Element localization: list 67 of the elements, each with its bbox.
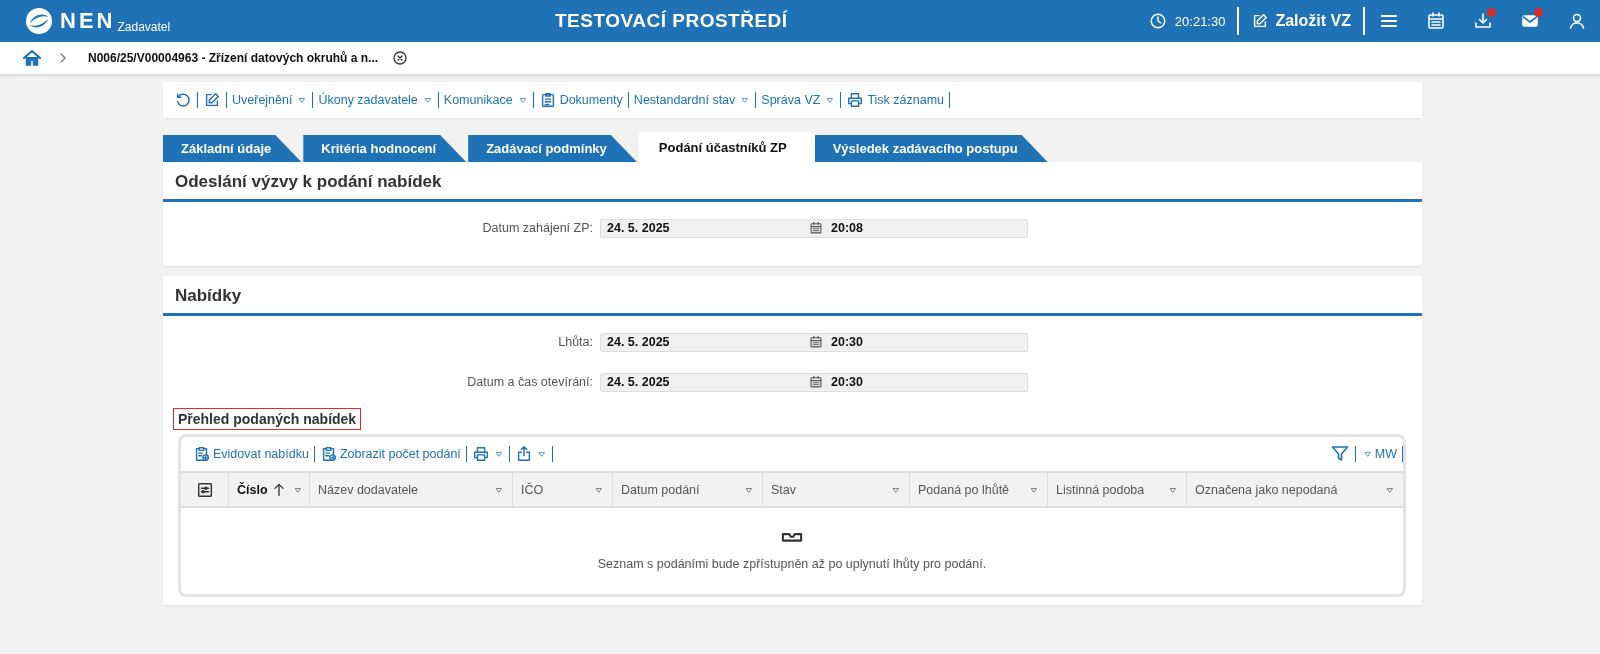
clock-time: 20:21:30: [1174, 13, 1226, 29]
toolbar-button[interactable]: Tisk záznamu: [841, 91, 950, 109]
tab[interactable]: Kritéria hodnocení: [303, 135, 467, 162]
calendar-icon: [809, 221, 823, 235]
tab[interactable]: Základní údaje: [163, 135, 302, 162]
calendar-icon: [809, 375, 823, 389]
toolbar-button[interactable]: Komunikace: [438, 93, 533, 107]
clock-icon: [1148, 12, 1167, 30]
column-header[interactable]: Podaná po lhůtě: [918, 482, 1010, 497]
clipboard-gear-icon: [193, 445, 211, 463]
logo-text: NEN: [60, 8, 116, 34]
download-icon: [1472, 11, 1493, 31]
calendar-icon: [1425, 11, 1446, 31]
field-label: Datum a čas otevírání:: [466, 375, 594, 389]
date-time-field[interactable]: 24. 5. 2025 20:30: [600, 372, 1028, 392]
caret-icon: [297, 95, 308, 105]
subsection-heading: Přehled podaných nabídek: [173, 408, 362, 430]
home-button[interactable]: [22, 48, 42, 68]
column-header[interactable]: IČO: [521, 482, 544, 497]
toolbar-button[interactable]: Úkony zadavatele: [313, 93, 438, 107]
caret-icon: [740, 95, 751, 105]
column-header[interactable]: Označena jako nepodaná: [1195, 482, 1338, 497]
caret-icon: [825, 95, 836, 105]
column-header[interactable]: Datum podání: [621, 482, 700, 497]
toolbar-button[interactable]: Dokumenty: [533, 91, 628, 109]
calendar-icon: [809, 335, 823, 349]
caret-icon: [1362, 449, 1373, 459]
close-button[interactable]: [392, 50, 409, 66]
caret-icon: [422, 95, 433, 105]
field-label: Datum zahájení ZP:: [481, 221, 594, 235]
field-label: Lhůta:: [557, 335, 594, 349]
tab[interactable]: Zadávací podmínky: [468, 135, 637, 162]
toolbar-button[interactable]: Uveřejnění: [227, 93, 313, 107]
edit-icon: [1251, 12, 1270, 30]
section-title: Nabídky: [163, 276, 1422, 316]
breadcrumb-title[interactable]: N006/25/V00004963 - Zřízení datových okruhů a n...: [88, 51, 379, 65]
tab[interactable]: Podání účastníků ZP: [638, 132, 815, 162]
refresh-icon: [174, 91, 192, 109]
settings-icon: [195, 480, 214, 499]
caret-icon: [536, 449, 547, 459]
logo-subtitle: Zadavatel: [117, 20, 171, 34]
date-time-field[interactable]: 24. 5. 2025 20:30: [600, 332, 1028, 352]
empty-message: Seznam s podáními bude zpřístupněn až po uplynutí lhůty pro podání.: [597, 557, 987, 571]
column-header[interactable]: Listinná podoba: [1056, 482, 1145, 497]
environment-title: TESTOVACÍ PROSTŘEDÍ: [554, 10, 789, 32]
column-header[interactable]: Číslo: [237, 482, 268, 497]
column-header[interactable]: Název dodavatele: [318, 482, 419, 497]
section-title: Odeslání výzvy k podání nabídek: [163, 162, 1422, 202]
date-time-field[interactable]: 24. 5. 2025 20:08: [600, 218, 1028, 238]
close-icon: [392, 50, 409, 66]
tab[interactable]: Výsledek zadávacího postupu: [814, 135, 1048, 162]
toolbar-button[interactable]: Správa VZ: [756, 93, 841, 107]
printer-icon: [846, 91, 865, 109]
toolbar-button[interactable]: Zobrazit počet podání: [314, 445, 466, 463]
toolbar-button[interactable]: Evidovat nabídku: [188, 445, 314, 463]
view-dropdown[interactable]: MW: [1355, 447, 1402, 461]
column-header[interactable]: Stav: [771, 482, 796, 497]
create-button[interactable]: Založit VZ: [1239, 12, 1363, 30]
caret-icon: [493, 449, 504, 459]
pencil-icon: [203, 91, 221, 109]
filter-icon: [1329, 444, 1350, 464]
column-settings-button[interactable]: [195, 480, 214, 499]
toolbar-button[interactable]: Nestandardní stav: [628, 93, 756, 107]
home-icon: [22, 48, 42, 68]
printer-icon: [471, 445, 490, 463]
logo-icon: [24, 6, 54, 36]
caret-icon: [517, 95, 528, 105]
